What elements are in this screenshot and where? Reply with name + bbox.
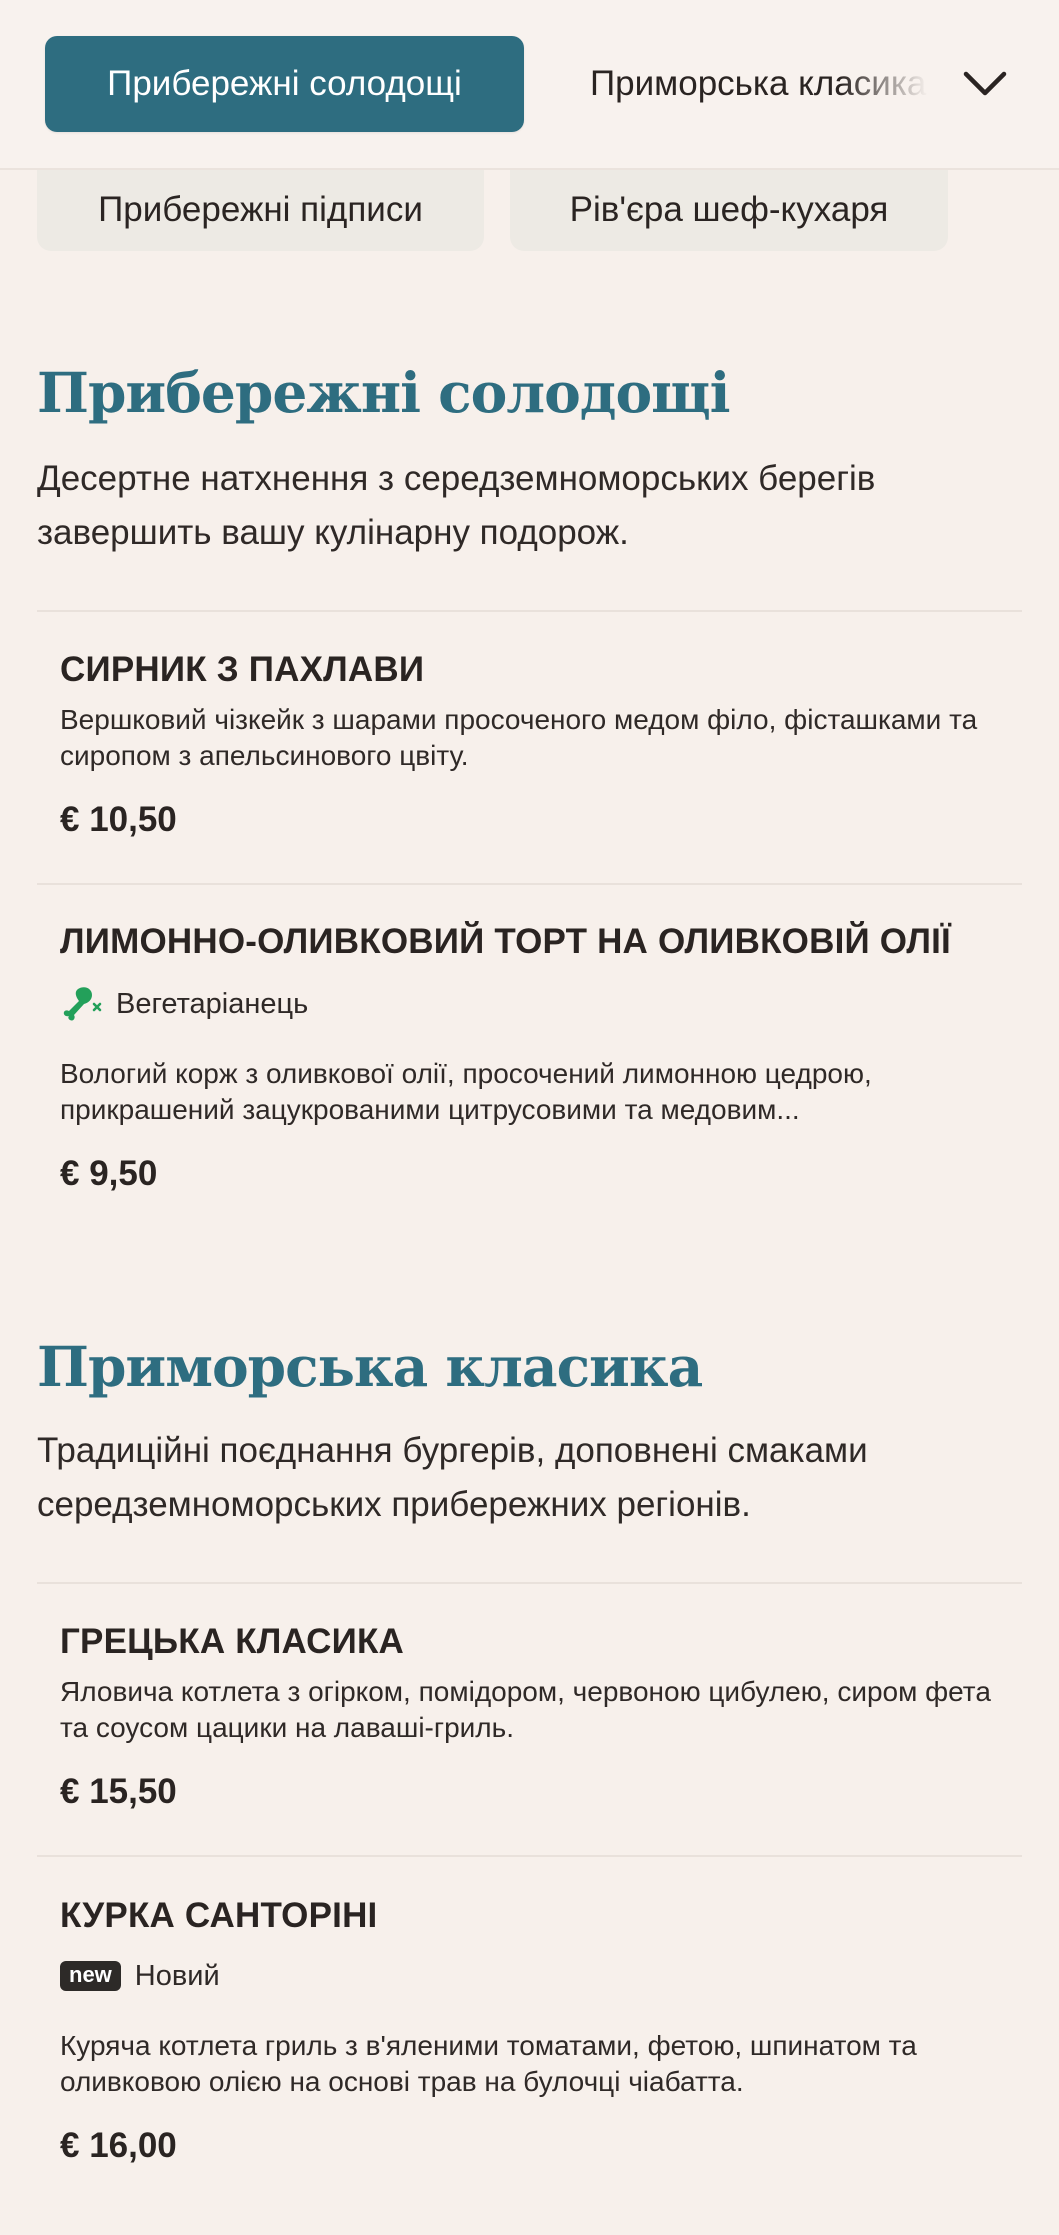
vegetarian-tag: Вегетаріанець — [60, 984, 308, 1024]
section-title: Прибережні солодощі — [37, 360, 731, 425]
chevron-down-icon[interactable] — [955, 54, 1015, 114]
nav-tab-label: Рів'єра шеф-кухаря — [569, 189, 889, 229]
section-description: Десертне натхнення з середземноморських … — [37, 459, 876, 552]
item-name: СИРНИК З ПАХЛАВИ — [60, 650, 425, 689]
nav-tab-chef-riviera[interactable]: Рів'єра шеф-кухаря — [510, 168, 948, 251]
vegetarian-leg-icon — [60, 985, 102, 1023]
item-description: Куряча котлета гриль з в'яленими томатам… — [60, 2030, 917, 2097]
section-description: Традиційні поєднання бургерів, доповнені… — [37, 1431, 868, 1524]
tag-label: Новий — [134, 1959, 220, 1992]
new-badge: new — [60, 1961, 121, 1991]
item-description: Яловича котлета з огірком, помідором, че… — [60, 1676, 991, 1743]
item-divider — [37, 883, 1022, 885]
nav-tab-coastal-signatures[interactable]: Прибережні підписи — [37, 168, 484, 251]
item-divider — [37, 1855, 1022, 1857]
item-divider — [37, 1582, 1022, 1584]
item-description: Вершковий чізкейк з шарами просоченого м… — [60, 704, 978, 771]
item-name: ГРЕЦЬКА КЛАСИКА — [60, 1622, 405, 1661]
nav-tab-label: Прибережні підписи — [98, 189, 423, 229]
item-description: Вологий корж з оливкової олії, просочени… — [60, 1058, 872, 1125]
item-name: КУРКА САНТОРІНІ — [60, 1896, 378, 1935]
nav-tab-coastal-sweets[interactable]: Прибережні солодощі — [45, 36, 524, 132]
item-price: € 15,50 — [60, 1772, 177, 1811]
item-name: ЛИМОННО-ОЛИВКОВИЙ ТОРТ НА ОЛИВКОВІЙ ОЛІЇ — [60, 922, 951, 961]
nav-scroll-fade — [840, 30, 950, 140]
item-divider — [37, 610, 1022, 612]
tag-label: Вегетаріанець — [116, 987, 309, 1020]
secondary-category-nav: Прибережні підписи Рів'єра шеф-кухаря — [0, 168, 1059, 258]
item-price: € 9,50 — [60, 1154, 158, 1193]
category-nav: Прибережні солодощі Приморська класика — [0, 0, 1059, 170]
new-tag: new Новий — [60, 1956, 220, 1996]
item-price: € 16,00 — [60, 2126, 177, 2165]
section-title: Приморська класика — [37, 1334, 703, 1399]
nav-tab-label: Прибережні солодощі — [107, 64, 462, 103]
item-price: € 10,50 — [60, 800, 177, 839]
